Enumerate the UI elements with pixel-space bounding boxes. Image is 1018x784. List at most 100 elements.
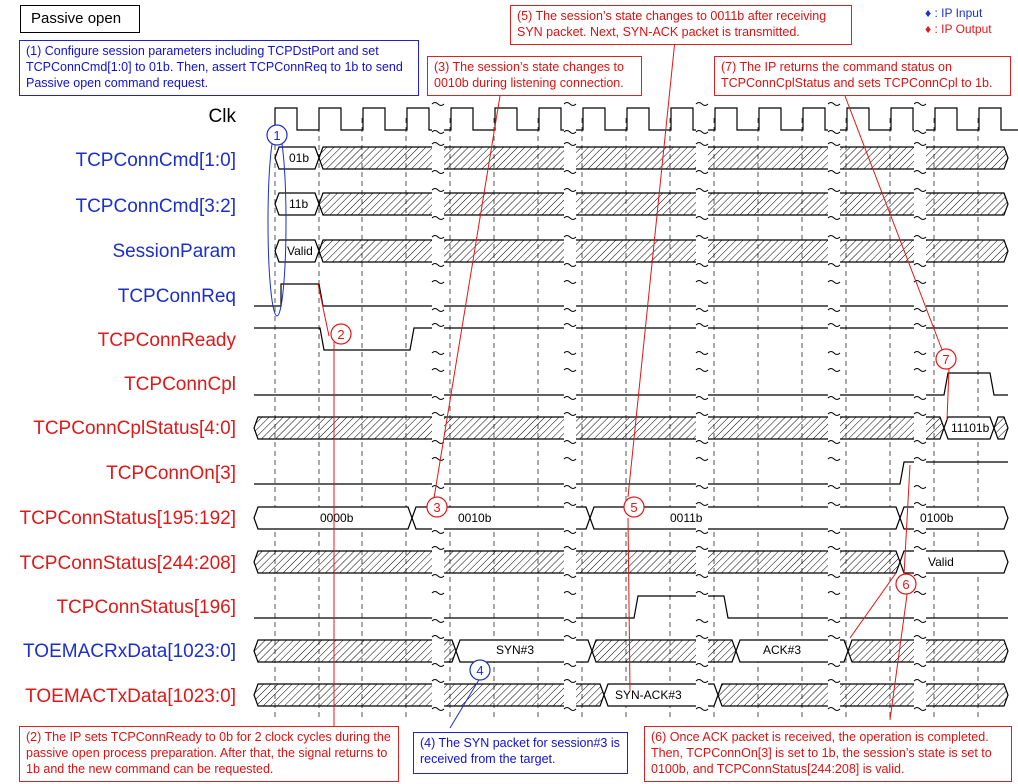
cmd32-dontcare-segment (318, 192, 1009, 216)
status195-value-c: 0011b (670, 511, 703, 525)
break-gap-0-7 (432, 414, 444, 442)
break-gap-1-5 (564, 325, 576, 353)
status244-value: Valid (928, 555, 954, 569)
break-gap-2-13 (696, 681, 708, 709)
status196-waveform (254, 595, 1008, 619)
break-gap-1-8 (564, 459, 576, 487)
break-gap-1-3 (564, 237, 576, 265)
break-gap-0-12 (432, 637, 444, 665)
tx-dontcare-b (717, 683, 1009, 707)
status244-dontcare (253, 550, 901, 574)
status195-value-b: 0010b (458, 511, 492, 525)
break-gap-3-0 (828, 104, 840, 132)
break-gap-0-1 (432, 144, 444, 172)
cmd10-value: 01b (289, 151, 309, 165)
note-1: (1) Configure session parameters includi… (19, 40, 419, 96)
break-gap-1-2 (564, 190, 576, 218)
break-gap-4-0 (914, 104, 926, 132)
marker-5-label: 5 (630, 500, 637, 515)
timing-waveforms: 01b 11b Valid 11101b 0000b 0010b 0011b 0… (253, 39, 1018, 729)
break-gap-1-10 (564, 548, 576, 576)
cplstatus-dontcare-a (253, 416, 945, 440)
break-gap-3-13 (828, 681, 840, 709)
break-gap-0-4 (432, 282, 444, 310)
break-gap-2-3 (696, 237, 708, 265)
marker-6-label: 6 (902, 577, 909, 592)
break-gap-0-6 (432, 370, 444, 398)
rx-dontcare-b (591, 639, 737, 663)
break-gap-1-4 (564, 282, 576, 310)
cplstatus-value: 11101b (951, 421, 990, 435)
break-gap-3-7 (828, 414, 840, 442)
break-gap-2-10 (696, 548, 708, 576)
break-gap-3-11 (828, 593, 840, 621)
break-gap-2-1 (696, 144, 708, 172)
cpl-waveform (254, 372, 1008, 396)
break-gap-1-11 (564, 593, 576, 621)
break-gap-4-13 (914, 681, 926, 709)
break-gap-4-11 (914, 593, 926, 621)
break-gap-2-2 (696, 190, 708, 218)
break-gap-1-12 (564, 637, 576, 665)
break-gap-1-7 (564, 414, 576, 442)
marker-1-label: 1 (273, 128, 280, 143)
break-gap-4-6 (914, 370, 926, 398)
break-gap-0-3 (432, 237, 444, 265)
rx-ack-value: ACK#3 (763, 643, 801, 657)
cmd32-value: 11b (289, 197, 308, 211)
break-gap-4-3 (914, 237, 926, 265)
break-gap-1-1 (564, 144, 576, 172)
note-7: (7) The IP returns the command status on… (714, 56, 1011, 96)
note-5: (5) The session’s state changes to 0011b… (510, 5, 852, 45)
break-gap-0-5 (432, 325, 444, 353)
marker-7-label: 7 (942, 352, 949, 367)
break-gap-3-2 (828, 190, 840, 218)
break-gap-1-0 (564, 104, 576, 132)
break-gap-3-9 (828, 504, 840, 532)
req-waveform (254, 283, 1008, 307)
break-gap-1-13 (564, 681, 576, 709)
break-gap-3-12 (828, 637, 840, 665)
break-gap-4-12 (914, 637, 926, 665)
marker-3-label: 3 (433, 500, 440, 515)
break-gap-4-5 (914, 325, 926, 353)
break-gap-4-10 (914, 548, 926, 576)
tx-synack-value: SYN-ACK#3 (615, 688, 682, 702)
param-value: Valid (287, 244, 313, 258)
ready-waveform (254, 327, 1008, 351)
break-gap-3-3 (828, 237, 840, 265)
break-gap-0-0 (432, 104, 444, 132)
marker-4-label: 4 (476, 663, 483, 678)
break-gap-4-1 (914, 144, 926, 172)
break-gap-4-2 (914, 190, 926, 218)
break-gap-0-11 (432, 593, 444, 621)
cplstatus-dontcare-b (993, 416, 1009, 440)
break-gap-3-1 (828, 144, 840, 172)
break-gap-3-5 (828, 325, 840, 353)
rx-syn-value: SYN#3 (496, 643, 534, 657)
status195-value-d: 0100b (920, 511, 954, 525)
break-gap-4-8 (914, 459, 926, 487)
rx-dontcare-a (253, 639, 457, 663)
break-gap-2-12 (696, 637, 708, 665)
break-gap-3-6 (828, 370, 840, 398)
rx-dontcare-c (847, 639, 1009, 663)
break-gap-2-5 (696, 325, 708, 353)
break-gap-1-6 (564, 370, 576, 398)
note-4: (4) The SYN packet for session#3 is rece… (413, 732, 628, 774)
tx-dontcare-a (253, 683, 605, 707)
break-gap-2-11 (696, 593, 708, 621)
note-3: (3) The session’s state changes to 0010b… (427, 56, 642, 96)
break-gap-0-2 (432, 190, 444, 218)
break-gap-0-10 (432, 548, 444, 576)
break-gap-4-4 (914, 282, 926, 310)
break-gap-3-10 (828, 548, 840, 576)
break-gap-2-7 (696, 414, 708, 442)
break-gap-2-8 (696, 459, 708, 487)
status195-value-a: 0000b (320, 511, 354, 525)
break-gap-0-13 (432, 681, 444, 709)
break-gap-1-9 (564, 504, 576, 532)
break-gap-2-0 (696, 104, 708, 132)
break-gap-3-4 (828, 282, 840, 310)
note-6: (6) Once ACK packet is received, the ope… (644, 726, 1012, 782)
